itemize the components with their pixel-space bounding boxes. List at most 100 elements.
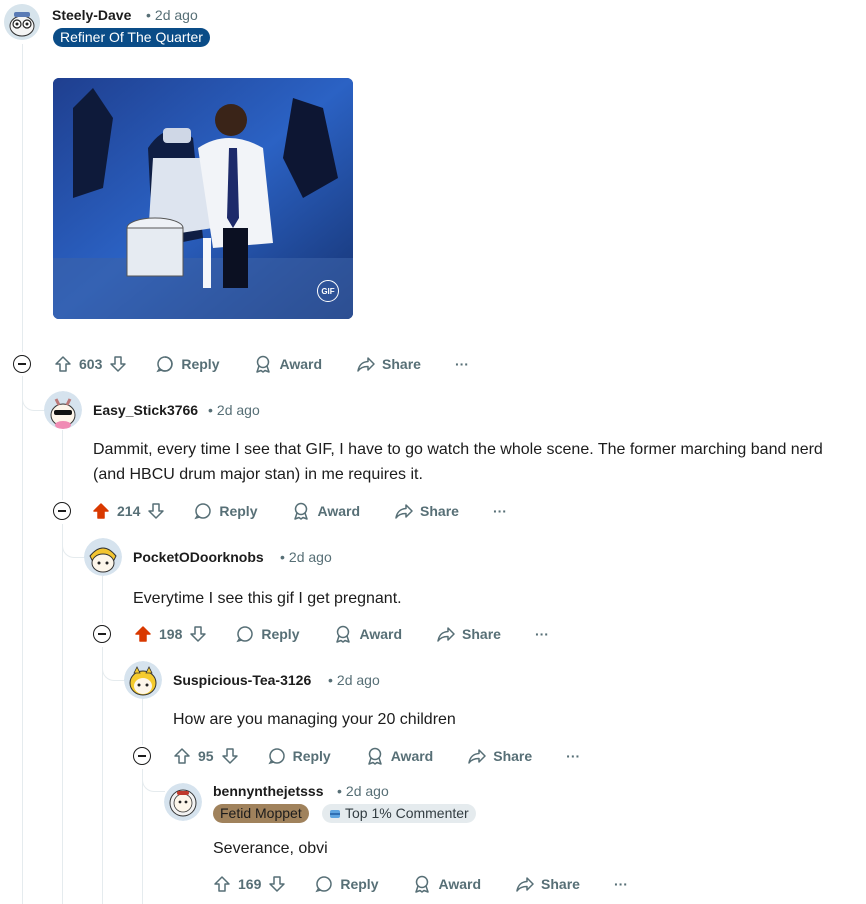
- reply-icon: [194, 503, 212, 520]
- vote-group: 169: [212, 874, 287, 894]
- share-icon: [468, 749, 486, 764]
- timestamp: • 2d ago: [337, 783, 389, 799]
- collapse-button[interactable]: [133, 747, 151, 765]
- reply-button[interactable]: Reply: [267, 746, 331, 766]
- badge-label: Top 1% Commenter: [345, 805, 469, 821]
- timestamp: • 2d ago: [208, 402, 260, 418]
- thread-line: [142, 699, 143, 745]
- award-icon: [256, 355, 271, 373]
- thread-line: [102, 576, 103, 623]
- action-bar: 214 Reply Award Share ···: [91, 495, 507, 527]
- thread-elbow: [22, 376, 45, 411]
- username[interactable]: Suspicious-Tea-3126: [173, 672, 311, 688]
- share-label: Share: [541, 876, 580, 892]
- award-label: Award: [359, 626, 403, 642]
- more-options-button[interactable]: ···: [566, 748, 580, 764]
- reply-button[interactable]: Reply: [235, 624, 299, 644]
- share-button[interactable]: Share: [394, 501, 459, 521]
- share-label: Share: [382, 356, 421, 372]
- downvote-icon[interactable]: [267, 874, 287, 894]
- comment-body: Severance, obvi: [213, 840, 328, 857]
- upvote-icon[interactable]: [53, 354, 73, 374]
- thread-line: [22, 376, 23, 904]
- share-icon: [437, 627, 455, 642]
- timestamp: • 2d ago: [280, 549, 332, 565]
- share-label: Share: [493, 748, 533, 764]
- more-options-button[interactable]: ···: [455, 356, 469, 372]
- username[interactable]: PocketODoorknobs: [133, 549, 264, 565]
- action-bar: 169 Reply Award Share ···: [212, 868, 628, 900]
- timestamp-text: 2d ago: [216, 402, 260, 418]
- downvote-icon[interactable]: [220, 746, 240, 766]
- award-button[interactable]: Award: [412, 874, 481, 894]
- thread-line: [62, 430, 63, 500]
- downvote-icon[interactable]: [146, 501, 166, 521]
- username[interactable]: Steely-Dave: [52, 7, 131, 23]
- avatar[interactable]: [164, 783, 202, 821]
- more-icon: ···: [492, 503, 507, 519]
- share-label: Share: [462, 626, 501, 642]
- more-options-button[interactable]: ···: [535, 626, 549, 642]
- username[interactable]: Easy_Stick3766: [93, 402, 198, 418]
- reply-label: Reply: [181, 356, 220, 372]
- more-icon: ···: [454, 356, 469, 372]
- upvote-icon[interactable]: [133, 624, 153, 644]
- comment-gif[interactable]: GIF: [53, 78, 353, 319]
- share-button[interactable]: Share: [515, 874, 580, 894]
- vote-group: 198: [133, 624, 208, 644]
- more-options-button[interactable]: ···: [614, 876, 628, 892]
- reply-button[interactable]: Reply: [193, 501, 257, 521]
- share-button[interactable]: Share: [467, 746, 532, 766]
- reply-button[interactable]: Reply: [155, 354, 219, 374]
- avatar[interactable]: [124, 661, 162, 699]
- reply-label: Reply: [340, 876, 379, 892]
- thread-elbow: [102, 647, 125, 681]
- collapse-button[interactable]: [93, 625, 111, 643]
- reply-icon: [267, 748, 285, 765]
- thread-elbow: [62, 524, 85, 558]
- downvote-icon[interactable]: [188, 624, 208, 644]
- avatar[interactable]: [84, 538, 122, 576]
- award-button[interactable]: Award: [333, 624, 402, 644]
- award-icon: [415, 875, 430, 893]
- share-icon: [357, 357, 375, 372]
- avatar[interactable]: [44, 391, 82, 429]
- avatar[interactable]: [4, 4, 40, 40]
- gif-badge: GIF: [317, 280, 339, 302]
- badge-icon: [330, 809, 340, 818]
- collapse-button[interactable]: [53, 502, 71, 520]
- upvote-icon[interactable]: [172, 746, 192, 766]
- reply-button[interactable]: Reply: [314, 874, 378, 894]
- award-label: Award: [279, 356, 323, 372]
- vote-count: 169: [238, 876, 262, 892]
- upvote-icon[interactable]: [91, 501, 111, 521]
- user-flair: Fetid Moppet: [213, 804, 309, 823]
- award-button[interactable]: Award: [253, 354, 322, 374]
- upvote-icon[interactable]: [212, 874, 232, 894]
- more-options-button[interactable]: ···: [493, 503, 507, 519]
- comment-body: Everytime I see this gif I get pregnant.: [133, 590, 402, 607]
- vote-count: 198: [159, 626, 183, 642]
- username[interactable]: bennynthejetsss: [213, 783, 323, 799]
- thread-line: [22, 44, 23, 352]
- vote-count: 95: [198, 748, 214, 764]
- share-button[interactable]: Share: [356, 354, 421, 374]
- downvote-icon[interactable]: [108, 354, 128, 374]
- thread-line: [62, 524, 63, 904]
- award-button[interactable]: Award: [291, 501, 360, 521]
- share-button[interactable]: Share: [436, 624, 501, 644]
- reply-icon: [156, 356, 174, 373]
- action-bar: 603 Reply Award Share ···: [53, 348, 469, 380]
- timestamp-text: 2d ago: [288, 549, 332, 565]
- share-icon: [395, 504, 413, 519]
- comment-body: Dammit, every time I see that GIF, I hav…: [93, 441, 823, 483]
- collapse-button[interactable]: [13, 355, 31, 373]
- more-icon: ···: [566, 748, 581, 764]
- share-label: Share: [420, 503, 459, 519]
- reply-label: Reply: [292, 748, 331, 764]
- vote-count: 603: [79, 356, 103, 372]
- thread-elbow: [142, 769, 165, 792]
- award-button[interactable]: Award: [365, 746, 433, 766]
- timestamp-text: 2d ago: [336, 672, 380, 688]
- timestamp: • 2d ago: [146, 7, 198, 23]
